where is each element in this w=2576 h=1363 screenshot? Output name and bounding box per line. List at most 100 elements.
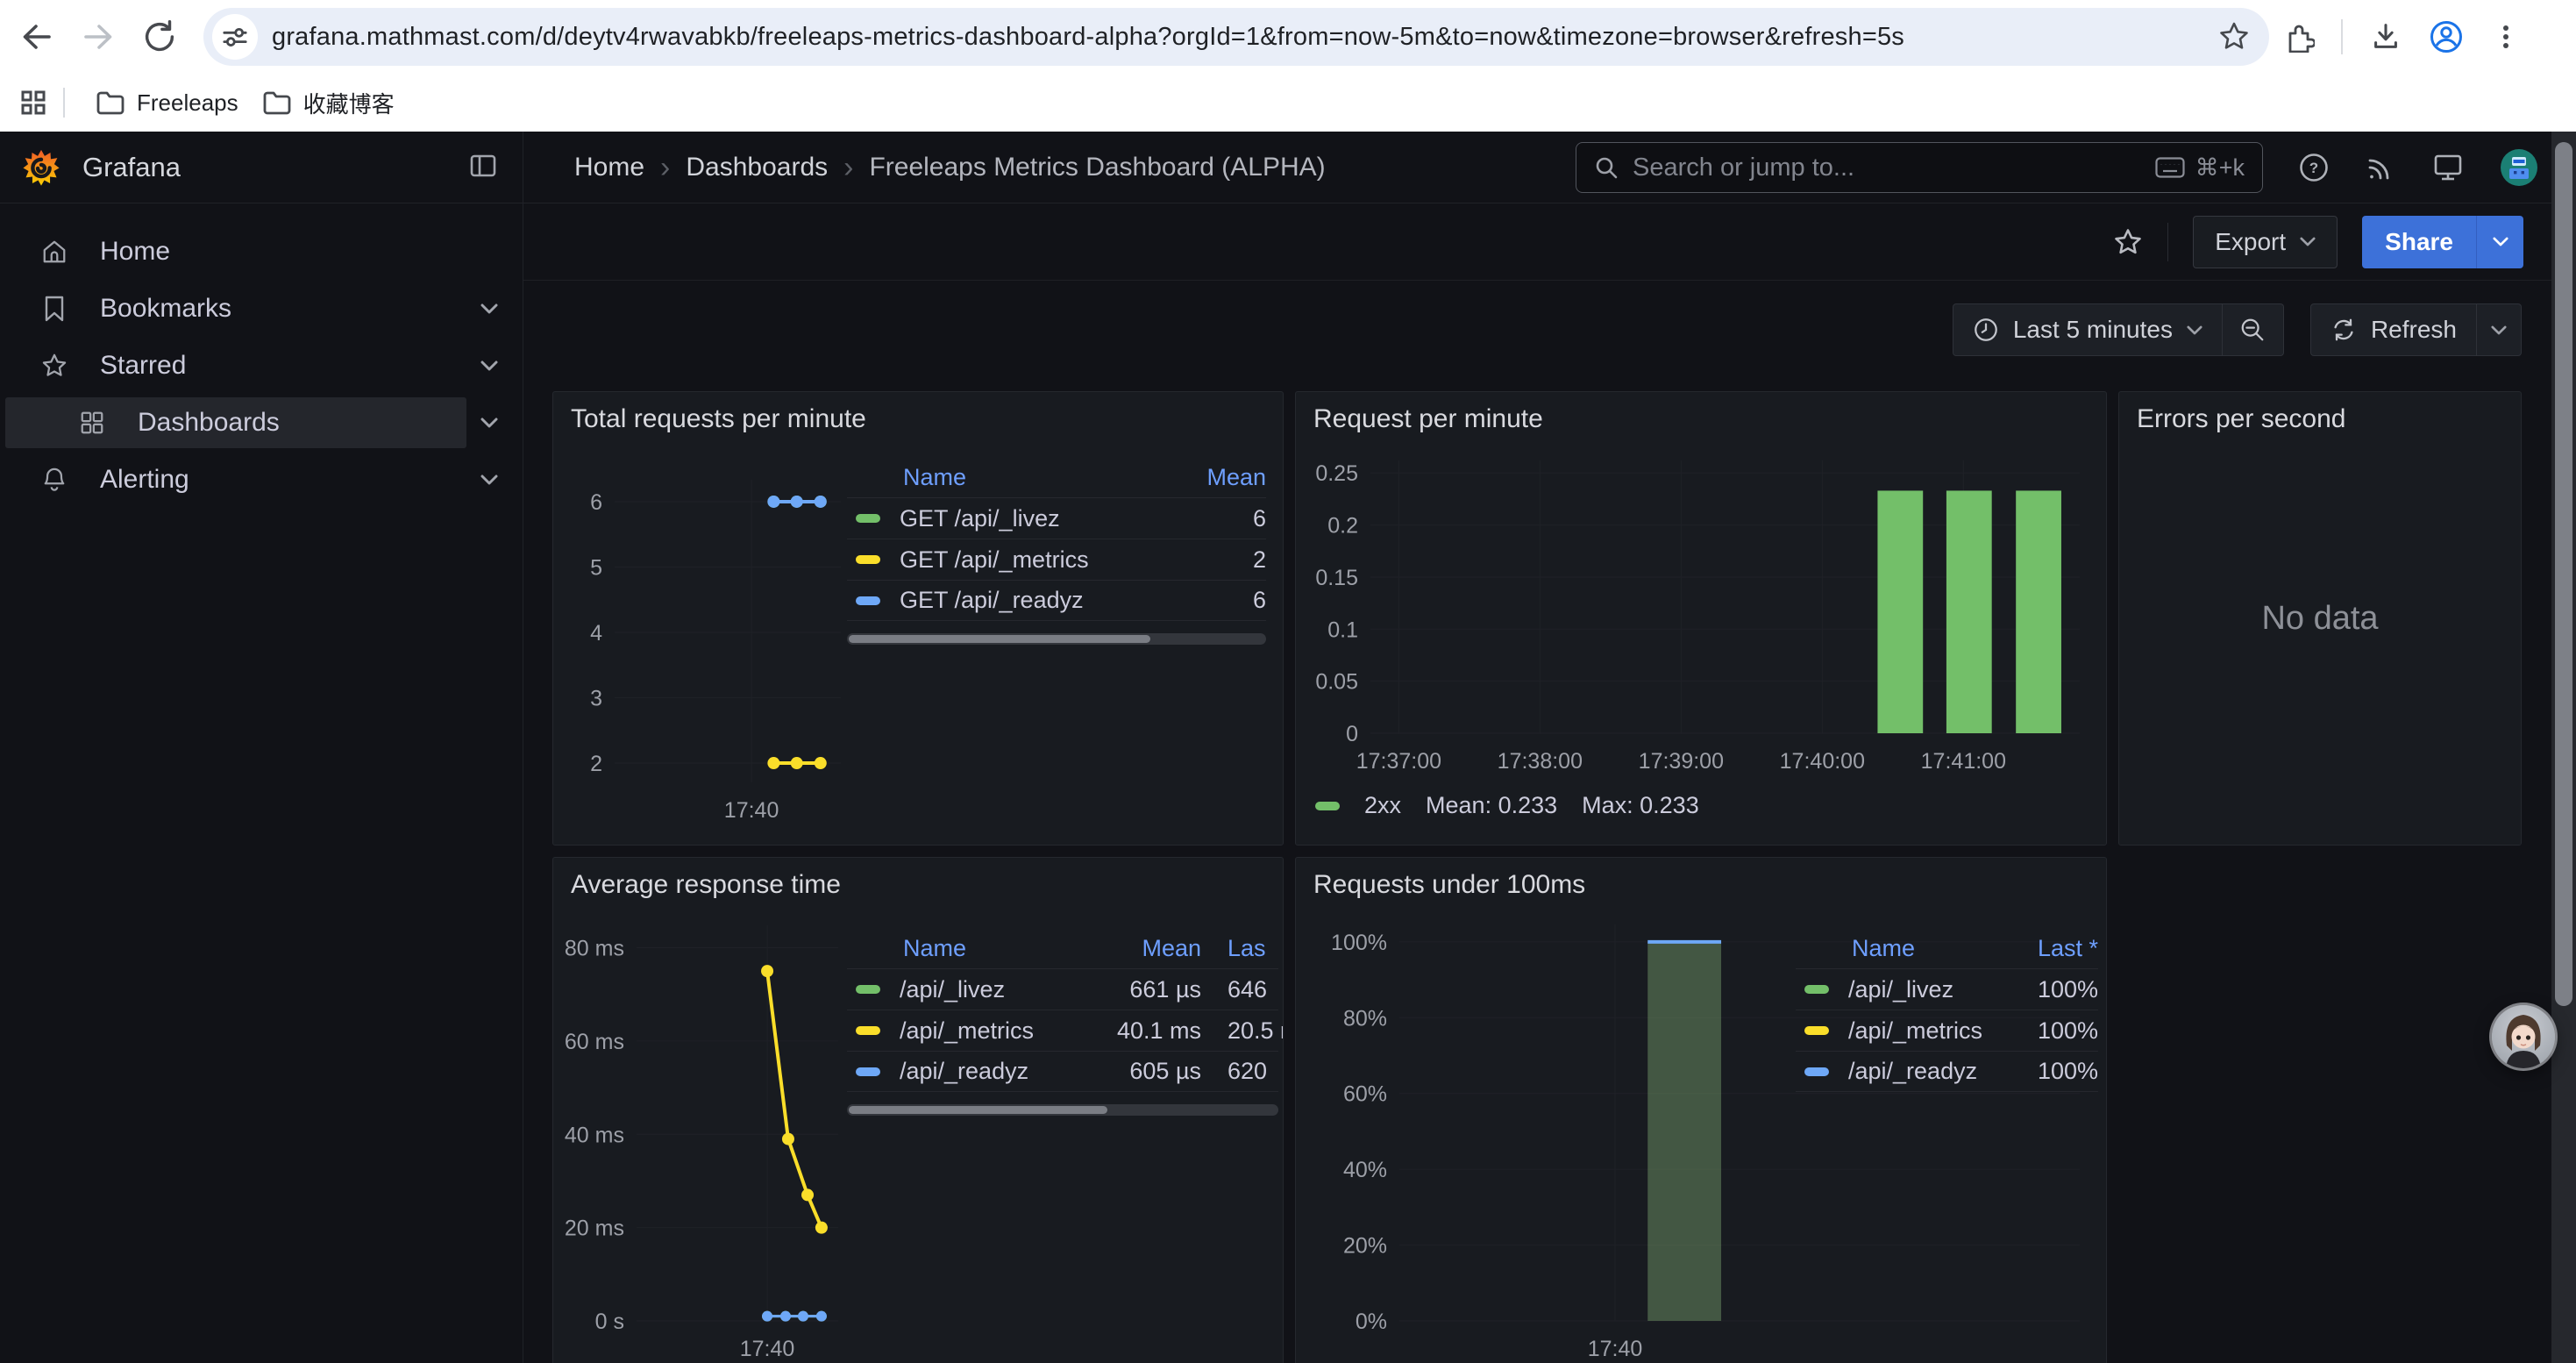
share-dropdown-button[interactable] (2476, 216, 2523, 268)
legend-scrollbar-thumb[interactable] (849, 635, 1150, 643)
svg-text:17:40: 17:40 (740, 1337, 795, 1361)
browser-reload-button[interactable] (135, 12, 184, 61)
back-arrow-icon (25, 26, 50, 47)
sidebar-item-label: Bookmarks (100, 294, 231, 324)
refresh-button[interactable]: Refresh (2310, 303, 2477, 356)
news-rss-icon[interactable] (2366, 153, 2395, 182)
search-input[interactable] (1633, 153, 2141, 182)
sidebar-item-dashboards[interactable]: Dashboards (0, 397, 523, 448)
legend-table: Name Mean Las /api/_livez 661 µs 646 (847, 928, 1278, 1116)
legend-header-mean[interactable]: Mean (1205, 464, 1266, 491)
folder-icon (263, 90, 291, 115)
panel-title[interactable]: Request per minute (1313, 404, 1543, 434)
legend-header-last[interactable]: Last * (1984, 935, 2098, 962)
chevron-down-icon[interactable] (480, 475, 498, 485)
legend-line[interactable]: 2xx Mean: 0.233 Max: 0.233 (1315, 792, 1699, 819)
share-split-button: Share (2362, 216, 2523, 268)
sidebar-item-bookmarks[interactable]: Bookmarks (0, 283, 523, 334)
toolbar-divider (2341, 19, 2343, 54)
favorite-star-button[interactable] (2113, 227, 2143, 257)
legend-row[interactable]: GET /api/_readyz 6 (847, 580, 1266, 621)
svg-text:2: 2 (590, 752, 602, 776)
average-response-time-chart[interactable]: 80 ms60 ms40 ms20 ms0 s17:40 (560, 910, 850, 1363)
svg-text:0.25: 0.25 (1315, 461, 1358, 486)
bookmark-folder-blogs[interactable]: 收藏博客 (251, 80, 407, 126)
bookmark-icon (40, 296, 68, 322)
window-scrollbar[interactable] (2551, 132, 2576, 1363)
chevron-down-icon[interactable] (480, 360, 498, 371)
breadcrumb-home[interactable]: Home (574, 153, 644, 182)
export-button[interactable]: Export (2193, 216, 2338, 268)
legend-header-last[interactable]: Las (1201, 935, 1278, 962)
panel-average-response-time: Average response time 80 ms60 ms40 ms20 … (552, 857, 1284, 1363)
site-settings-icon[interactable] (212, 14, 258, 60)
series-swatch (856, 1026, 880, 1035)
share-button[interactable]: Share (2362, 216, 2476, 268)
legend-row[interactable]: GET /api/_metrics 2 (847, 539, 1266, 580)
browser-forward-button[interactable] (74, 12, 123, 61)
help-icon[interactable]: ? (2299, 153, 2329, 182)
floating-assistant-avatar[interactable] (2492, 1005, 2555, 1068)
bookmarks-bar: Freeleaps 收藏博客 (0, 74, 2576, 132)
legend-scrollbar[interactable] (847, 1104, 1278, 1116)
legend-header-name[interactable]: Name (903, 935, 1087, 962)
bookmark-folder-freeleaps[interactable]: Freeleaps (84, 82, 251, 124)
legend-header-mean[interactable]: Mean (1087, 935, 1201, 962)
time-range-group: Last 5 minutes (1953, 303, 2284, 356)
dashboards-grid-icon (78, 410, 106, 436)
window-scrollbar-thumb[interactable] (2555, 142, 2572, 1006)
legend-header-name[interactable]: Name (903, 464, 1205, 491)
downloads-icon[interactable] (2369, 20, 2402, 54)
chevron-down-icon[interactable] (480, 417, 498, 428)
address-bar[interactable]: grafana.mathmast.com/d/deytv4rwavabkb/fr… (203, 8, 2269, 66)
profile-icon[interactable] (2429, 19, 2464, 54)
bookmark-label: 收藏博客 (303, 87, 395, 119)
legend-header-name[interactable]: Name (1852, 935, 1984, 962)
display-kiosk-icon[interactable] (2432, 153, 2464, 182)
legend-row[interactable]: /api/_livez 100% (1796, 968, 2098, 1010)
legend-row[interactable]: /api/_metrics 40.1 ms 20.5 r (847, 1010, 1278, 1051)
request-per-minute-chart[interactable]: 0.250.20.150.10.05017:37:0017:38:0017:39… (1303, 445, 2101, 839)
legend-scrollbar-thumb[interactable] (849, 1106, 1107, 1114)
refresh-interval-dropdown[interactable] (2477, 303, 2522, 356)
svg-text:40%: 40% (1343, 1158, 1387, 1182)
mega-menu-toggle-icon[interactable] (468, 151, 498, 181)
forward-arrow-icon (86, 26, 110, 47)
brand-area: Grafana (0, 132, 523, 203)
legend-row[interactable]: GET /api/_livez 6 (847, 497, 1266, 539)
svg-text:6: 6 (590, 490, 602, 515)
series-swatch (1315, 802, 1340, 810)
browser-back-button[interactable] (12, 12, 61, 61)
svg-text:60 ms: 60 ms (565, 1030, 624, 1054)
breadcrumb-separator: › (843, 154, 853, 181)
panel-requests-under-100ms: Requests under 100ms 100%80%60%40%20%0%1… (1295, 857, 2107, 1363)
svg-text:0.1: 0.1 (1327, 617, 1358, 642)
svg-text:0.2: 0.2 (1327, 514, 1358, 539)
time-range-picker[interactable]: Last 5 minutes (1953, 303, 2223, 356)
panel-title[interactable]: Total requests per minute (571, 404, 866, 434)
keyboard-icon (2155, 157, 2185, 178)
sidebar-item-starred[interactable]: Starred (0, 340, 523, 391)
panel-title[interactable]: Requests under 100ms (1313, 870, 1585, 900)
extensions-icon[interactable] (2283, 21, 2315, 53)
legend-row[interactable]: /api/_metrics 100% (1796, 1010, 2098, 1051)
total-requests-chart[interactable]: 6543217:40 (560, 445, 850, 839)
url-text[interactable]: grafana.mathmast.com/d/deytv4rwavabkb/fr… (272, 23, 2204, 52)
zoom-out-button[interactable] (2223, 303, 2284, 356)
apps-grid-icon[interactable] (19, 89, 47, 117)
legend-row[interactable]: /api/_livez 661 µs 646 (847, 968, 1278, 1010)
panel-errors-per-second: Errors per second No data (2118, 391, 2522, 846)
sidebar-item-home[interactable]: Home (0, 226, 523, 277)
panel-title[interactable]: Average response time (571, 870, 841, 900)
breadcrumb-dashboards[interactable]: Dashboards (686, 153, 828, 182)
user-avatar[interactable] (2501, 149, 2537, 186)
legend-row[interactable]: /api/_readyz 100% (1796, 1051, 2098, 1092)
chevron-down-icon[interactable] (480, 303, 498, 314)
browser-menu-kebab-icon[interactable] (2490, 21, 2522, 53)
legend-row[interactable]: /api/_readyz 605 µs 620 (847, 1051, 1278, 1092)
search-box[interactable]: ⌘+k (1576, 142, 2263, 193)
bookmark-star-icon[interactable] (2218, 21, 2250, 53)
sidebar-item-alerting[interactable]: Alerting (0, 454, 523, 505)
legend-scrollbar[interactable] (847, 633, 1266, 645)
grafana-logo[interactable] (23, 147, 60, 188)
